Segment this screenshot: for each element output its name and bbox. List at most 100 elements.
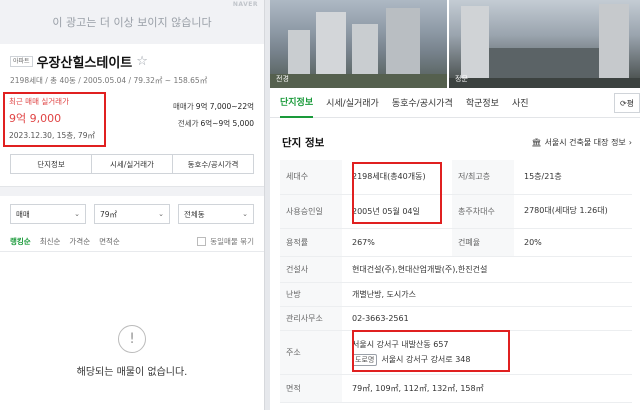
info-header: 단지 정보 🏛 서울시 건축물 대장 정보 › (270, 124, 640, 160)
bcr-label: 건폐율 (452, 228, 514, 257)
photo-strip: 전경 정문 (270, 0, 640, 88)
checkbox-icon[interactable] (197, 237, 207, 246)
address-lot: 서울시 강서구 내발산동 657 (352, 340, 449, 349)
deal-type-select[interactable]: 매매 ⌄ (10, 204, 86, 224)
address-value: 서울시 강서구 내발산동 657 도로명 서울시 강서구 강서로 348 (342, 330, 632, 375)
households-label: 세대수 (280, 160, 342, 195)
pyeong-toggle-button[interactable]: ⟳ 평 (614, 93, 640, 113)
parking-value: 2780대(세대당 1.26대) (514, 194, 632, 229)
sale-value: 9억 7,000~22억 (195, 102, 254, 111)
road-shape (449, 78, 640, 88)
address-label: 주소 (280, 330, 342, 375)
favorite-star-icon[interactable]: ☆ (136, 54, 148, 69)
unit-price-button[interactable]: 동호수/공시가격 (173, 155, 253, 173)
empty-message: 해당되는 매물이 없습니다. (76, 367, 188, 378)
deal-type-value: 매매 (16, 209, 30, 219)
same-listing-toggle[interactable]: 동일매물 묶기 (197, 236, 254, 247)
sale-label: 매매가 (173, 102, 194, 111)
area-value: 79㎡, 109㎡, 112㎡, 132㎡, 158㎡ (342, 374, 632, 403)
info-title: 단지 정보 (282, 136, 325, 149)
builder-label: 건설사 (280, 256, 342, 283)
empty-state: ! 해당되는 매물이 없습니다. (0, 325, 264, 378)
tree-line (270, 74, 448, 88)
chevron-down-icon: ⌄ (74, 210, 80, 218)
listing-panel: 이 광고는 더 이상 보이지 않습니다 NAVER 아파트 우장산힐스테이트 ☆… (0, 0, 264, 410)
road-name-tag: 도로명 (352, 354, 378, 366)
price-block: 최근 매매 실거래가 9억 9,000 2023.12.30, 15층, 79㎡… (0, 92, 264, 148)
table-row: 주소 서울시 강서구 내발산동 657 도로명 서울시 강서구 강서로 348 (280, 330, 632, 375)
address-road: 서울시 강서구 강서로 348 (381, 355, 471, 364)
type-tag: 아파트 (10, 56, 33, 67)
complex-detail-panel: 전경 정문 단지정보 시세/실거래가 동호수/공시가격 학군정보 사진 ⟳ 평 단… (270, 0, 640, 410)
recent-deal-box: 최근 매매 실거래가 9억 9,000 2023.12.30, 15층, 79㎡ (3, 92, 106, 147)
building-icon: 🏛 (531, 137, 542, 147)
area-select[interactable]: 79㎡ ⌄ (94, 204, 170, 224)
table-row: 용적률 267% 건폐율 20% (280, 228, 632, 257)
heating-value: 개별난방, 도시가스 (342, 282, 632, 307)
registry-link-label: 서울시 건축물 대장 정보 (544, 137, 626, 147)
table-row: 세대수 2198세대(총40개동) 저/최고층 15층/21층 (280, 160, 632, 195)
table-row: 면적 79㎡, 109㎡, 112㎡, 132㎡, 158㎡ (280, 374, 632, 403)
filter-bar: 매매 ⌄ 79㎡ ⌄ 전체동 ⌄ (0, 196, 264, 224)
table-row: 난방 개별난방, 도시가스 (280, 282, 632, 307)
complex-summary: 2198세대 / 총 40동 / 2005.05.04 / 79.32㎡ ~ 1… (10, 76, 208, 85)
households-value: 2198세대(총40개동) (342, 160, 452, 195)
ad-banner[interactable]: 이 광고는 더 이상 보이지 않습니다 NAVER (0, 0, 264, 44)
tab-unit-price[interactable]: 동호수/공시가격 (392, 88, 453, 118)
price-ranges: 매매가 9억 7,000~22억 전세가 6억~9억 5,000 (173, 98, 254, 132)
tab-price-history[interactable]: 시세/실거래가 (326, 88, 379, 118)
photo-gate[interactable]: 정문 (449, 0, 640, 88)
approval-value: 2005년 05월 04일 (342, 194, 452, 229)
floors-value: 15층/21층 (514, 160, 632, 195)
photo-caption-overview: 전경 (276, 75, 289, 83)
chevron-down-icon: ⌄ (242, 210, 248, 218)
table-row: 건설사 현대건설(주),현대산업개발(주),한진건설 (280, 256, 632, 283)
price-history-button[interactable]: 시세/실거래가 (92, 155, 173, 173)
exclamation-icon: ! (118, 325, 146, 353)
table-row: 관리사무소 02-3663-2561 (280, 306, 632, 331)
complex-action-buttons: 단지정보 시세/실거래가 동호수/공시가격 (10, 154, 254, 174)
registry-link[interactable]: 🏛 서울시 건축물 대장 정보 › (531, 137, 632, 148)
sort-price[interactable]: 가격순 (69, 236, 90, 247)
far-label: 용적률 (280, 228, 342, 257)
same-listing-label: 동일매물 묶기 (210, 237, 254, 246)
office-label: 관리사무소 (280, 306, 342, 331)
builder-value: 현대건설(주),현대산업개발(주),한진건설 (342, 256, 632, 283)
area-value: 79㎡ (100, 209, 118, 219)
office-value: 02-3663-2561 (342, 306, 632, 331)
recent-deal-date: 2023.12.30, 15층, 79㎡ (9, 131, 95, 140)
complex-header: 아파트 우장산힐스테이트 ☆ 2198세대 / 총 40동 / 2005.05.… (0, 44, 264, 86)
address-road-row: 도로명 서울시 강서구 강서로 348 (352, 352, 632, 367)
tab-school[interactable]: 학군정보 (466, 88, 499, 118)
tab-complex-info[interactable]: 단지정보 (280, 88, 314, 118)
sort-latest[interactable]: 최신순 (40, 236, 61, 247)
area-label: 면적 (280, 374, 342, 403)
far-value: 267% (342, 228, 452, 257)
sort-area[interactable]: 면적순 (99, 236, 120, 247)
jeonse-value: 6억~9억 5,000 (200, 119, 254, 128)
complex-name: 우장산힐스테이트 (36, 56, 133, 71)
recent-deal-price: 9억 9,000 (9, 112, 62, 125)
complex-info-button[interactable]: 단지정보 (11, 155, 92, 173)
recent-deal-label: 최근 매매 실거래가 (9, 97, 69, 106)
tab-photos[interactable]: 사진 (512, 88, 529, 118)
table-row: 사용승인일 2005년 05월 04일 총주차대수 2780대(세대당 1.26… (280, 194, 632, 229)
chevron-right-icon: › (628, 137, 632, 147)
jeonse-label: 전세가 (177, 119, 199, 128)
dong-value: 전체동 (184, 209, 205, 219)
complex-info-table: 세대수 2198세대(총40개동) 저/최고층 15층/21층 사용승인일 20… (280, 160, 632, 403)
building-shape (599, 4, 630, 88)
section-separator (0, 186, 264, 196)
detail-tabs: 단지정보 시세/실거래가 동호수/공시가격 학군정보 사진 ⟳ 평 (270, 88, 640, 118)
refresh-icon: ⟳ (619, 98, 627, 108)
ad-text: 이 광고는 더 이상 보이지 않습니다 (52, 16, 212, 29)
parking-label: 총주차대수 (452, 194, 514, 229)
bcr-value: 20% (514, 228, 632, 257)
pyeong-label: 평 (626, 98, 635, 108)
chevron-down-icon: ⌄ (158, 210, 164, 218)
floors-label: 저/최고층 (452, 160, 514, 195)
sort-ranking[interactable]: 랭킹순 (10, 236, 31, 247)
approval-label: 사용승인일 (280, 194, 342, 229)
photo-overview[interactable]: 전경 (270, 0, 448, 88)
dong-select[interactable]: 전체동 ⌄ (178, 204, 254, 224)
